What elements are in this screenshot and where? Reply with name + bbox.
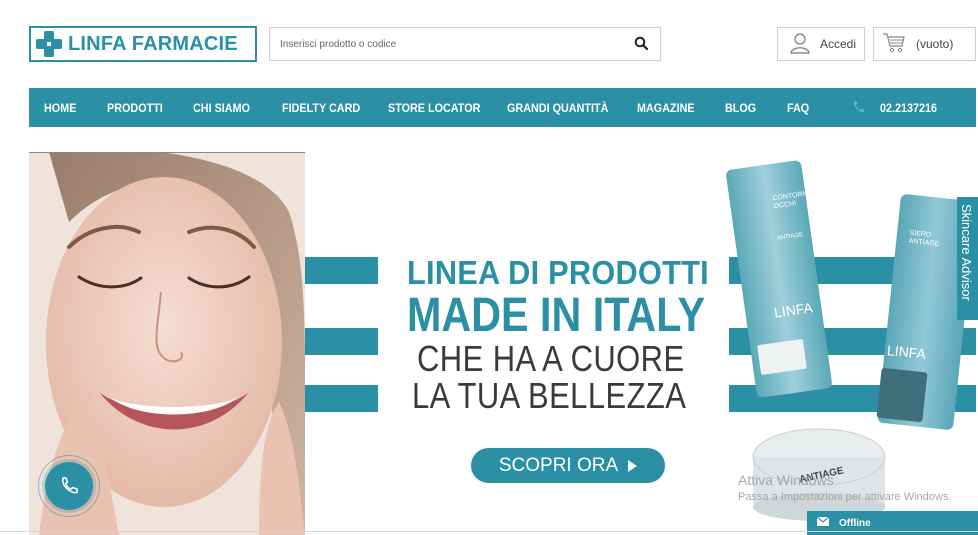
product-tube-cap	[757, 338, 807, 376]
nav-phone-number[interactable]: 02.2137216	[880, 101, 937, 115]
decor-stripe	[294, 385, 378, 412]
mail-icon	[816, 516, 830, 529]
hero-title-line4: LA TUA BELLEZZA	[412, 375, 687, 416]
nav-item-home[interactable]: HOME	[44, 101, 76, 115]
call-button[interactable]	[38, 455, 100, 517]
cta-label: SCOPRI ORA	[498, 454, 619, 476]
hero-title-line3: CHE HA A CUORE	[417, 338, 685, 379]
login-label: Accedi	[820, 37, 857, 51]
play-arrow-icon	[628, 459, 638, 472]
hero-title-line2: MADE IN ITALY	[407, 289, 706, 342]
login-button[interactable]: Accedi	[777, 27, 865, 61]
main-nav: HOME PRODOTTI CHI SIAMO FIDELTY CARD STO…	[29, 88, 976, 127]
nav-item-blog[interactable]: BLOG	[725, 101, 756, 115]
cart-icon	[882, 32, 906, 57]
cart-button[interactable]: (vuoto)	[873, 27, 976, 61]
hero-title-line1: LINEA DI PRODOTTI	[407, 254, 709, 291]
nav-item-grandi-quantita[interactable]: GRANDI QUANTITÀ	[507, 101, 608, 115]
search-bar	[269, 27, 661, 61]
cart-label: (vuoto)	[916, 37, 954, 51]
phone-icon	[852, 100, 864, 114]
search-icon[interactable]	[634, 36, 650, 52]
site-logo[interactable]: LINFA FARMACIE	[29, 26, 257, 62]
nav-item-magazine[interactable]: MAGAZINE	[637, 101, 695, 115]
windows-activation-title: Attiva Windows	[738, 472, 834, 488]
decor-stripe	[294, 257, 378, 284]
divider	[0, 531, 978, 532]
logo-text: LINFA FARMACIE	[68, 32, 238, 55]
product-tube-cap	[876, 367, 928, 423]
pharmacy-cross-icon	[36, 31, 62, 57]
page: LINFA FARMACIE Accedi (vuoto) HOME PRODO…	[0, 0, 978, 535]
nav-item-prodotti[interactable]: PRODOTTI	[107, 101, 163, 115]
decor-stripe	[294, 328, 378, 355]
windows-activation-subtitle: Passa a Impostazioni per attivare Window…	[738, 491, 952, 503]
search-input[interactable]	[280, 38, 620, 50]
hero-banner[interactable]: LINEA DI PRODOTTI MADE IN ITALY CHE HA A…	[29, 152, 976, 535]
nav-item-fidelty-card[interactable]: FIDELTY CARD	[282, 101, 360, 115]
skincare-advisor-label[interactable]: Skincare Advisor	[959, 204, 974, 301]
user-icon	[790, 32, 810, 57]
nav-item-faq[interactable]: FAQ	[787, 101, 809, 115]
scopri-ora-button[interactable]: SCOPRI ORA	[471, 448, 665, 483]
chat-status: Offline	[839, 517, 871, 529]
nav-item-chi-siamo[interactable]: CHI SIAMO	[193, 101, 250, 115]
phone-call-icon	[45, 462, 93, 510]
nav-item-store-locator[interactable]: STORE LOCATOR	[388, 101, 480, 115]
